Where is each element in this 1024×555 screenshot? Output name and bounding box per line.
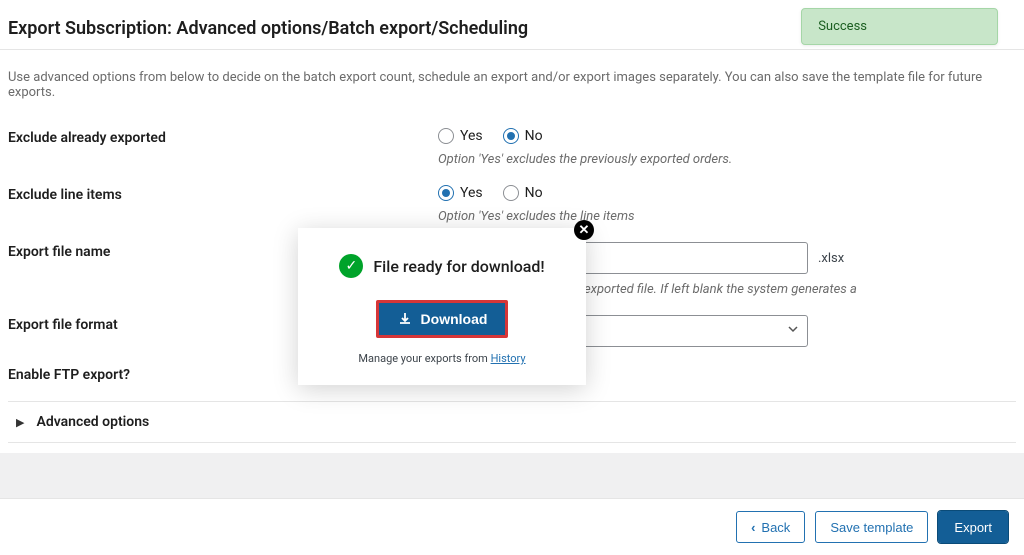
chevron-left-icon: ‹: [751, 520, 755, 535]
export-button[interactable]: Export: [938, 511, 1008, 543]
accordion-title: Advanced options: [36, 414, 149, 430]
exclude-exported-label: Exclude already exported: [8, 128, 438, 146]
download-icon: [397, 311, 413, 327]
radio-icon: [503, 185, 519, 201]
download-label: Download: [421, 311, 488, 327]
check-circle-icon: ✓: [339, 254, 363, 278]
exclude-line-items-label: Exclude line items: [8, 185, 438, 203]
radio-label: No: [525, 128, 543, 144]
download-button[interactable]: Download: [376, 300, 509, 338]
modal-title: File ready for download!: [373, 257, 544, 276]
footer-bar: ‹ Back Save template Export: [0, 498, 1024, 555]
radio-label: Yes: [460, 128, 483, 144]
success-toast: Success: [801, 8, 998, 45]
chevron-down-icon: [787, 323, 799, 339]
download-modal: ✕ ✓ File ready for download! Download Ma…: [298, 228, 586, 385]
save-template-button[interactable]: Save template: [815, 511, 928, 543]
exclude-line-items-no-radio[interactable]: No: [503, 185, 543, 201]
radio-label: Yes: [460, 185, 483, 201]
radio-icon: [438, 185, 454, 201]
intro-text: Use advanced options from below to decid…: [8, 70, 1016, 100]
toast-text: Success: [818, 19, 867, 34]
exclude-exported-yes-radio[interactable]: Yes: [438, 128, 483, 144]
caret-right-icon: ▶: [16, 416, 24, 429]
manage-exports-text: Manage your exports from History: [318, 352, 566, 365]
advanced-options-accordion[interactable]: ▶ Advanced options: [8, 401, 1016, 443]
history-link[interactable]: History: [491, 352, 526, 365]
close-icon[interactable]: ✕: [574, 220, 594, 240]
file-ext-label: .xlsx: [818, 251, 844, 266]
save-label: Save template: [830, 520, 913, 535]
exclude-exported-help: Option 'Yes' excludes the previously exp…: [438, 152, 1016, 167]
back-label: Back: [761, 520, 790, 535]
exclude-line-items-yes-radio[interactable]: Yes: [438, 185, 483, 201]
back-button[interactable]: ‹ Back: [736, 511, 805, 543]
radio-icon: [503, 128, 519, 144]
exclude-exported-no-radio[interactable]: No: [503, 128, 543, 144]
radio-label: No: [525, 185, 543, 201]
export-label: Export: [954, 520, 992, 535]
exclude-line-items-help: Option 'Yes' excludes the line items: [438, 209, 1016, 224]
radio-icon: [438, 128, 454, 144]
